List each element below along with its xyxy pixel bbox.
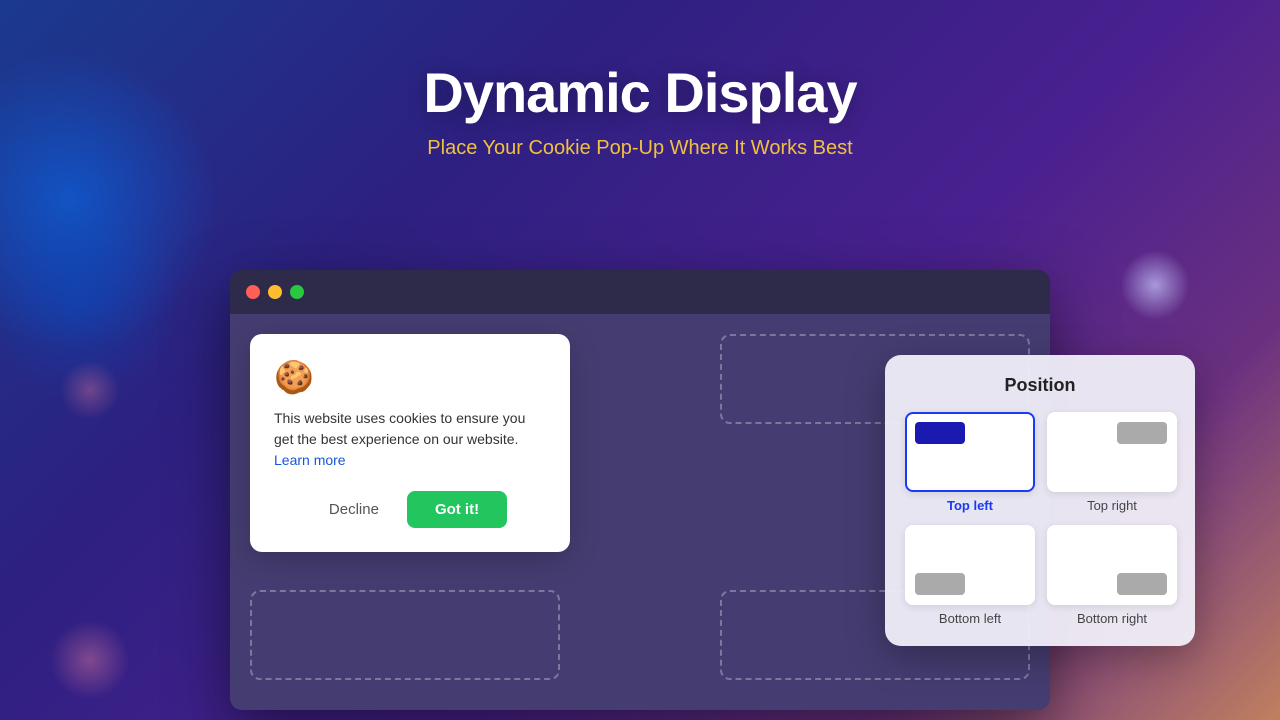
learn-more-link[interactable]: Learn more bbox=[274, 452, 346, 468]
top-left-indicator bbox=[915, 422, 965, 444]
page-subtitle: Place Your Cookie Pop-Up Where It Works … bbox=[0, 137, 1280, 160]
bg-decoration-3 bbox=[50, 620, 130, 700]
cookie-popup-text: This website uses cookies to ensure you … bbox=[274, 408, 546, 471]
position-panel: Position Top left Top right Bottom left bbox=[885, 355, 1195, 646]
position-label-bottom-right: Bottom right bbox=[1077, 611, 1147, 626]
position-option-top-left[interactable]: Top left bbox=[905, 412, 1035, 513]
cookie-icon: 🍪 bbox=[274, 358, 546, 396]
browser-titlebar bbox=[230, 270, 1050, 314]
position-option-bottom-right[interactable]: Bottom right bbox=[1047, 525, 1177, 626]
placeholder-bottom-left bbox=[250, 590, 560, 680]
bottom-right-indicator bbox=[1117, 573, 1167, 595]
page-title: Dynamic Display bbox=[0, 60, 1280, 125]
position-preview-bottom-right bbox=[1047, 525, 1177, 605]
bg-decoration-2 bbox=[0, 200, 180, 400]
cookie-popup: 🍪 This website uses cookies to ensure yo… bbox=[250, 334, 570, 552]
position-preview-bottom-left bbox=[905, 525, 1035, 605]
decline-button[interactable]: Decline bbox=[313, 493, 395, 526]
position-preview-top-left bbox=[905, 412, 1035, 492]
bg-decoration-4 bbox=[60, 360, 120, 420]
bottom-left-indicator bbox=[915, 573, 965, 595]
traffic-light-red[interactable] bbox=[246, 285, 260, 299]
position-option-top-right[interactable]: Top right bbox=[1047, 412, 1177, 513]
bg-decoration-5 bbox=[1120, 250, 1190, 320]
position-grid: Top left Top right Bottom left Bottom ri… bbox=[905, 412, 1175, 626]
page-header: Dynamic Display Place Your Cookie Pop-Up… bbox=[0, 0, 1280, 160]
position-preview-top-right bbox=[1047, 412, 1177, 492]
position-label-bottom-left: Bottom left bbox=[939, 611, 1001, 626]
gotit-button[interactable]: Got it! bbox=[407, 491, 507, 528]
position-label-top-right: Top right bbox=[1087, 498, 1137, 513]
cookie-buttons: Decline Got it! bbox=[274, 491, 546, 528]
traffic-light-green[interactable] bbox=[290, 285, 304, 299]
top-right-indicator bbox=[1117, 422, 1167, 444]
traffic-light-yellow[interactable] bbox=[268, 285, 282, 299]
position-label-top-left: Top left bbox=[947, 498, 993, 513]
position-option-bottom-left[interactable]: Bottom left bbox=[905, 525, 1035, 626]
position-panel-title: Position bbox=[905, 375, 1175, 396]
